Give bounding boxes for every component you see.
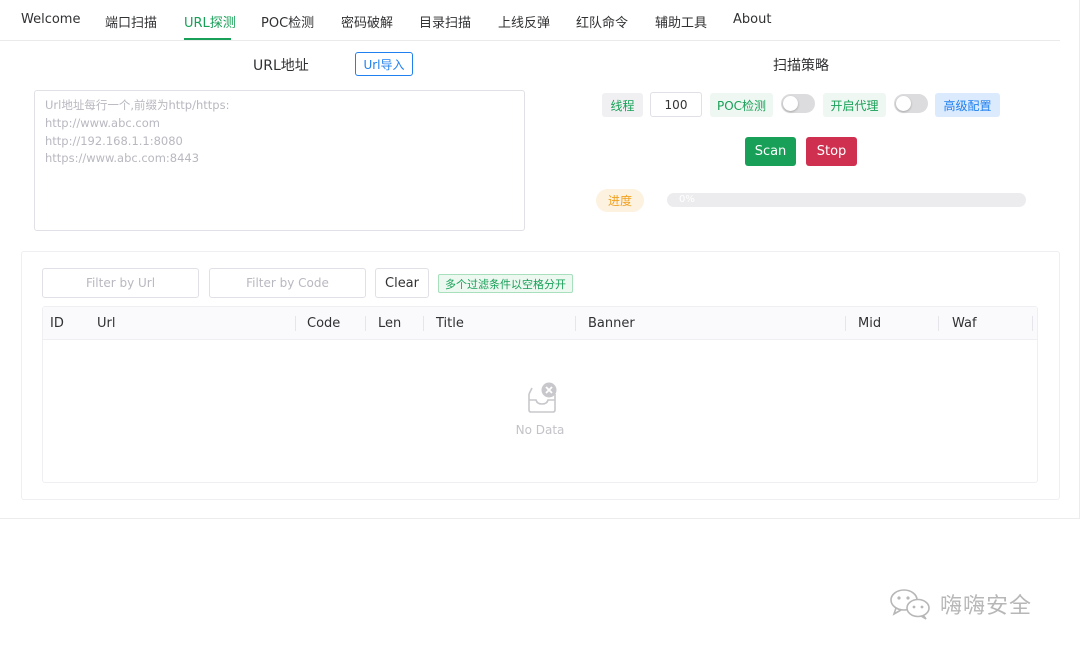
advanced-config-button[interactable]: 高级配置	[935, 93, 1000, 117]
progress-text: 0%	[679, 194, 695, 205]
strategy-title: 扫描策略	[773, 58, 829, 74]
threads-input[interactable]: 100	[650, 92, 702, 117]
url-import-button[interactable]: Url导入	[355, 52, 413, 76]
column-header-len[interactable]: Len	[378, 307, 401, 340]
progress-label: 进度	[596, 189, 644, 212]
filter-hint-tag: 多个过滤条件以空格分开	[438, 274, 573, 293]
column-header-url[interactable]: Url	[97, 307, 115, 340]
placeholder-line: http://www.abc.com	[45, 115, 160, 130]
proxy-label: 开启代理	[823, 93, 886, 117]
tab-welcome[interactable]: Welcome	[21, 12, 80, 27]
placeholder-line: http://192.168.1.1:8080	[45, 133, 183, 148]
stop-button[interactable]: Stop	[806, 137, 857, 166]
results-table: ID Url Code Len Title Banner Mid Waf No …	[42, 306, 1038, 483]
column-header-mid[interactable]: Mid	[858, 307, 881, 340]
no-data-icon	[528, 382, 557, 413]
threads-label: 线程	[602, 93, 643, 117]
column-divider	[295, 316, 296, 331]
switch-knob	[783, 96, 798, 111]
url-section-title: URL地址	[253, 58, 309, 74]
watermark-text: 嗨嗨安全	[940, 594, 1033, 619]
proxy-switch[interactable]	[894, 94, 928, 113]
column-header-id[interactable]: ID	[50, 307, 64, 340]
url-textarea[interactable]: Url地址每行一个,前缀为http/https: http://www.abc.…	[34, 90, 525, 231]
scan-button[interactable]: Scan	[745, 137, 796, 166]
tab-password-crack[interactable]: 密码破解	[341, 12, 393, 31]
column-header-banner[interactable]: Banner	[588, 307, 635, 340]
watermark: 嗨嗨安全	[888, 586, 1032, 622]
poc-check-label: POC检测	[710, 93, 773, 117]
tab-dir-scan[interactable]: 目录扫描	[419, 12, 471, 31]
tab-url-probe[interactable]: URL探测	[184, 12, 236, 31]
placeholder-line: https://www.abc.com:8443	[45, 151, 200, 166]
column-divider	[423, 316, 424, 331]
tab-poc-detect[interactable]: POC检测	[261, 12, 314, 31]
column-header-title[interactable]: Title	[436, 307, 464, 340]
tab-redteam-commands[interactable]: 红队命令	[576, 12, 628, 31]
column-divider	[938, 316, 939, 331]
table-header: ID Url Code Len Title Banner Mid Waf	[43, 307, 1037, 340]
column-divider	[365, 316, 366, 331]
tab-aux-tools[interactable]: 辅助工具	[655, 12, 707, 31]
clear-button[interactable]: Clear	[375, 268, 429, 298]
poc-check-switch[interactable]	[781, 94, 815, 113]
wechat-icon	[890, 589, 930, 620]
column-divider	[1032, 316, 1033, 331]
column-header-waf[interactable]: Waf	[952, 307, 977, 340]
tab-bar: Welcome 端口扫描 URL探测 POC检测 密码破解 目录扫描 上线反弹 …	[0, 0, 1060, 41]
filter-url-input[interactable]: Filter by Url	[42, 268, 199, 298]
app-window: Welcome 端口扫描 URL探测 POC检测 密码破解 目录扫描 上线反弹 …	[0, 0, 1080, 519]
tab-port-scan[interactable]: 端口扫描	[105, 12, 157, 31]
filter-code-input[interactable]: Filter by Code	[209, 268, 366, 298]
column-header-code[interactable]: Code	[307, 307, 340, 340]
tab-about[interactable]: About	[733, 12, 771, 27]
column-divider	[575, 316, 576, 331]
column-divider	[845, 316, 846, 331]
placeholder-line: Url地址每行一个,前缀为http/https:	[45, 98, 230, 112]
progress-bar: 0%	[667, 193, 1026, 207]
switch-knob	[896, 96, 911, 111]
no-data-text: No Data	[515, 423, 565, 437]
tab-reverse-shell[interactable]: 上线反弹	[498, 12, 550, 31]
active-tab-indicator	[184, 38, 231, 40]
